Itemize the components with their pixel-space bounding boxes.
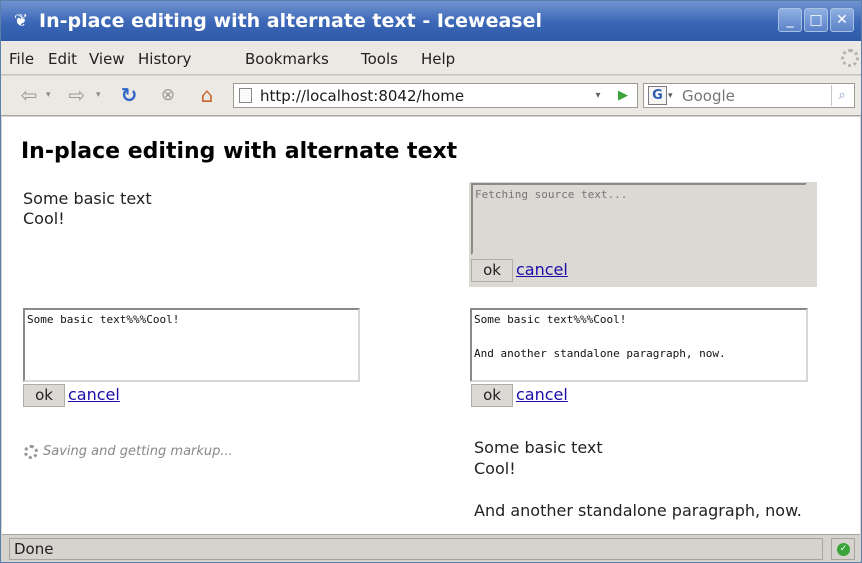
menu-history[interactable]: History	[138, 50, 191, 68]
editor-field-left[interactable]	[23, 308, 360, 382]
page-icon	[239, 88, 252, 103]
reload-icon[interactable]: ↻	[114, 82, 144, 108]
home-icon[interactable]: ⌂	[193, 82, 221, 108]
editor-field-right[interactable]	[470, 308, 808, 382]
status-text: Done	[9, 538, 823, 560]
search-bar[interactable]: G ▾ ⌕	[643, 83, 855, 108]
maximize-icon[interactable]: □	[804, 8, 828, 32]
ok-button[interactable]: ok	[471, 259, 513, 282]
basic-text-line[interactable]: Some basic text	[23, 189, 152, 209]
magnifier-icon[interactable]: ⌕	[831, 85, 852, 106]
menu-bookmarks[interactable]: Bookmarks	[245, 50, 329, 68]
back-dropdown-icon[interactable]: ▾	[46, 82, 51, 108]
stop-icon[interactable]: ⊗	[154, 82, 182, 108]
status-bar: Done ✓	[2, 534, 860, 562]
check-icon: ✓	[837, 543, 850, 556]
menu-edit[interactable]: Edit	[48, 50, 77, 68]
activity-throbber-icon	[841, 49, 859, 67]
url-text[interactable]: http://localhost:8042/home	[260, 87, 464, 105]
fetch-editor-panel: ok cancel	[469, 182, 817, 287]
loading-spinner-icon	[24, 445, 38, 459]
menu-view[interactable]: View	[89, 50, 125, 68]
cancel-link[interactable]: cancel	[68, 385, 120, 405]
menu-help[interactable]: Help	[421, 50, 455, 68]
close-icon[interactable]: ✕	[830, 8, 854, 32]
menu-file[interactable]: File	[9, 50, 34, 68]
forward-dropdown-icon[interactable]: ▾	[96, 82, 101, 108]
ok-button[interactable]: ok	[23, 384, 65, 407]
url-history-dropdown-icon[interactable]: ▾	[589, 86, 607, 105]
minimize-icon[interactable]: _	[778, 8, 802, 32]
cool-text-line[interactable]: Cool!	[23, 209, 65, 229]
cancel-link[interactable]: cancel	[516, 385, 568, 405]
result-basic-text[interactable]: Some basic text	[474, 438, 603, 458]
back-arrow-icon[interactable]: ⇦	[15, 82, 43, 108]
browser-window: ❦ In-place editing with alternate text -…	[0, 0, 862, 563]
menu-tools[interactable]: Tools	[361, 50, 398, 68]
result-cool-text[interactable]: Cool!	[474, 459, 516, 479]
fetching-editor-field	[471, 183, 807, 255]
page-title: In-place editing with alternate text	[21, 139, 458, 164]
url-bar[interactable]: http://localhost:8042/home ▾ ▶	[233, 83, 638, 108]
saving-status-text: Saving and getting markup...	[43, 444, 233, 459]
google-engine-icon[interactable]: G	[648, 86, 667, 105]
cancel-link[interactable]: cancel	[516, 260, 568, 280]
forward-arrow-icon[interactable]: ⇨	[63, 82, 91, 108]
go-arrow-icon[interactable]: ▶	[614, 85, 632, 106]
page-content: In-place editing with alternate text Som…	[2, 117, 860, 534]
menu-bar: File Edit View History Bookmarks Tools H…	[1, 41, 861, 75]
result-paragraph[interactable]: And another standalone paragraph, now.	[474, 501, 802, 521]
window-title: In-place editing with alternate text - I…	[39, 10, 543, 32]
navigation-toolbar: ⇦ ▾ ⇨ ▾ ↻ ⊗ ⌂ http://localhost:8042/home…	[1, 76, 861, 116]
engine-dropdown-icon[interactable]: ▾	[668, 87, 673, 105]
search-input[interactable]	[682, 87, 822, 105]
title-bar: ❦ In-place editing with alternate text -…	[1, 1, 861, 41]
status-indicator: ✓	[831, 538, 855, 560]
iceweasel-logo-icon: ❦	[13, 11, 29, 31]
ok-button[interactable]: ok	[471, 384, 513, 407]
